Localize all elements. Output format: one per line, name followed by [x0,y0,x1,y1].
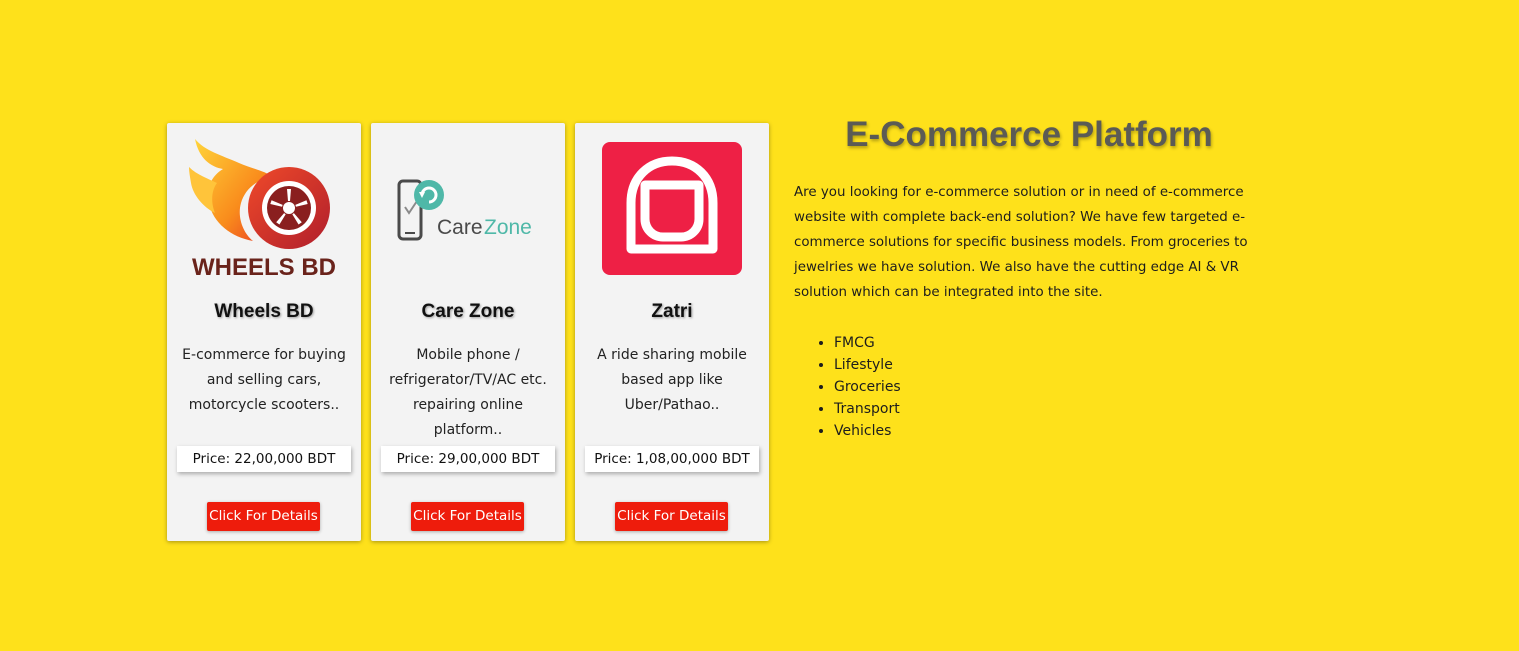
wheels-bd-logo-text: WHEELS BD [192,254,336,281]
details-button-care-zone[interactable]: Click For Details [411,502,524,531]
product-card-care-zone: Care Zone Care Zone Mobile phone / refri… [371,123,565,541]
card-description: E-commerce for buying and selling cars, … [182,347,346,413]
card-title: Zatri [651,301,693,322]
wheels-bd-logo-icon: WHEELS BD [189,139,336,281]
list-item: Vehicles [834,420,1264,442]
details-button-wheels-bd[interactable]: Click For Details [207,502,320,531]
list-item: Transport [834,398,1264,420]
platform-description: Are you looking for e-commerce solution … [794,185,1248,300]
product-card-zatri: Zatri A ride sharing mobile based app li… [575,123,769,541]
wheels-bd-logo: WHEELS BD [187,137,341,281]
product-card-wheels-bd: WHEELS BD Wheels BD E-commerce for buyin… [167,123,361,541]
price-label: Price: 1,08,00,000 BDT [585,446,759,472]
details-button-zatri[interactable]: Click For Details [615,502,728,531]
card-description: A ride sharing mobile based app like Ube… [597,347,747,413]
product-cards: WHEELS BD Wheels BD E-commerce for buyin… [167,123,769,541]
list-item: FMCG [834,332,1264,354]
care-zone-logo-icon: Care Zone [397,179,532,241]
card-title: Care Zone [421,301,515,322]
care-zone-logo-text-zone: Zone [484,216,532,239]
price-label: Price: 22,00,000 BDT [177,446,351,472]
card-title: Wheels BD [214,301,314,322]
price-label: Price: 29,00,000 BDT [381,446,555,472]
category-list: FMCG Lifestyle Groceries Transport Vehic… [794,332,1264,442]
zatri-logo [595,137,749,281]
zatri-logo-icon [602,142,742,275]
care-zone-logo: Care Zone [391,137,545,281]
list-item: Lifestyle [834,354,1264,376]
platform-info: E-Commerce Platform Are you looking for … [794,112,1264,442]
list-item: Groceries [834,376,1264,398]
card-description: Mobile phone / refrigerator/TV/AC etc. r… [389,347,547,438]
care-zone-logo-text-care: Care [437,216,483,239]
page-title: E-Commerce Platform [845,115,1213,154]
